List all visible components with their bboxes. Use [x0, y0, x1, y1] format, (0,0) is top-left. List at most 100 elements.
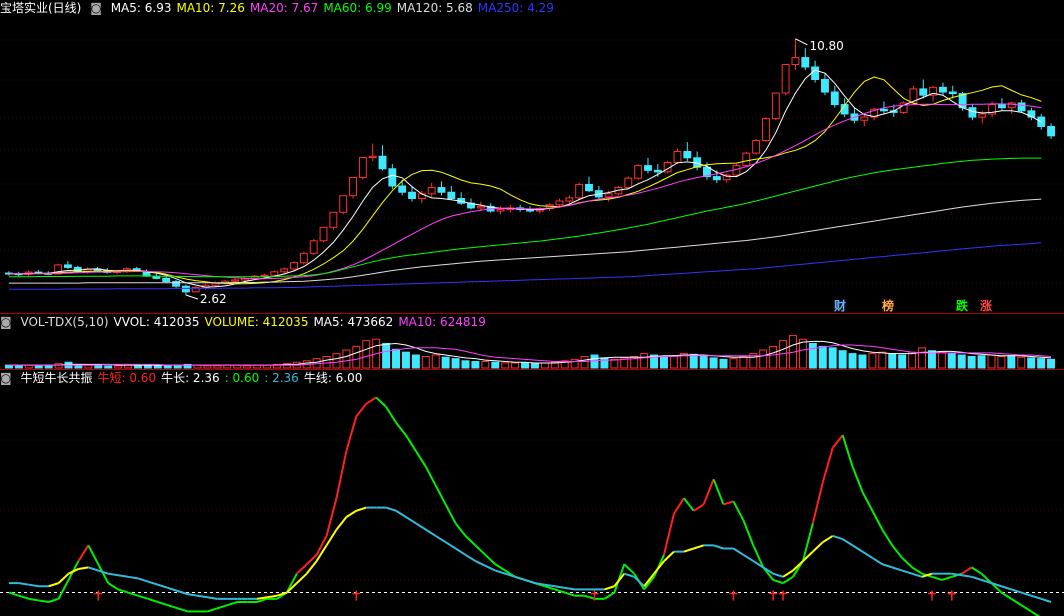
candlestick [762, 118, 770, 142]
long-term-line-segment [871, 557, 883, 566]
short-term-line-segment [971, 566, 983, 575]
volume-bar [898, 354, 907, 369]
short-term-line-segment [1030, 610, 1041, 616]
candlestick [162, 277, 171, 283]
event-marker-0[interactable]: 财 [834, 297, 846, 314]
long-term-line-segment [742, 553, 754, 562]
long-term-line-segment [117, 574, 129, 578]
candlestick [339, 195, 348, 213]
long-term-line-segment [385, 506, 397, 512]
long-term-line-segment [971, 575, 982, 581]
short-term-line-segment [107, 582, 119, 591]
candlestick [319, 226, 328, 242]
short-term-line-segment [1020, 604, 1032, 613]
volume-bar [44, 365, 53, 369]
short-term-line-segment [444, 503, 457, 524]
volume-bar [828, 347, 837, 369]
volume-panel[interactable]: ◙ VOL-TDX(5,10) VVOL: 412035 VOLUME: 41203… [0, 314, 1064, 369]
volume-bar [739, 355, 748, 369]
volume-chart[interactable] [0, 314, 1064, 369]
candlestick [830, 91, 839, 106]
volume-bar [997, 355, 1006, 369]
volume-bar [719, 358, 728, 369]
candlestick [555, 200, 564, 206]
volume-bar [1047, 358, 1056, 369]
short-term-line-segment [742, 519, 755, 546]
indicator-panel[interactable]: ◙ 牛短牛长共振 牛短: 0.60 牛长: 2.36: 0.60: 2.36 牛线: … [0, 370, 1064, 616]
volume-bar [362, 340, 371, 369]
long-term-line-segment [842, 538, 854, 547]
volume-bar [491, 361, 500, 369]
long-term-line-segment [822, 535, 834, 544]
candlestick [948, 91, 957, 95]
event-marker-2[interactable]: 跌 [956, 297, 968, 314]
long-term-line-segment [395, 509, 407, 518]
low-pointer [185, 294, 199, 300]
long-term-line-segment [494, 569, 506, 575]
volume-bar [967, 355, 976, 369]
volume-bar [203, 365, 212, 369]
short-term-line-segment [961, 566, 973, 575]
high-pointer [795, 38, 808, 46]
volume-bar [451, 358, 460, 369]
short-term-line-segment [375, 396, 387, 408]
volume-bar [818, 345, 827, 369]
candlestick [63, 264, 72, 268]
short-term-line-segment [405, 434, 417, 452]
candlestick [427, 187, 436, 195]
short-term-line-segment [702, 478, 715, 505]
candlestick [181, 285, 190, 293]
event-marker-1[interactable]: 榜 [882, 297, 894, 314]
indicator-chart[interactable] [0, 370, 1064, 616]
candlestick [673, 151, 682, 164]
candlestick [997, 104, 1006, 109]
short-term-line-segment [415, 450, 427, 468]
short-term-line-segment [345, 416, 358, 452]
volume-bar [640, 353, 649, 369]
candlestick [919, 88, 928, 96]
long-term-line-segment [157, 583, 169, 589]
volume-bar [570, 358, 579, 369]
short-term-line-segment [296, 563, 308, 575]
candlestick [476, 205, 485, 209]
volume-bar [34, 365, 43, 369]
volume-bar [411, 354, 420, 369]
candlestick [585, 183, 593, 192]
volume-bar [392, 348, 400, 369]
long-term-line-segment [683, 547, 695, 553]
candlestick [398, 185, 407, 193]
short-term-line-segment [1000, 591, 1012, 600]
short-term-line-segment [167, 604, 178, 610]
short-term-line-segment [683, 497, 695, 512]
candlestick [644, 165, 652, 171]
volume-bar [769, 345, 778, 369]
short-term-line-segment [117, 588, 129, 594]
candlestick [1017, 102, 1026, 112]
short-term-line-segment [1010, 598, 1022, 606]
candlestick [752, 140, 761, 154]
long-term-line-segment [891, 566, 903, 572]
price-panel[interactable]: 宝塔实业(日线) ◙ MA5: 6.93 MA10: 7.26 MA20: 7.67… [0, 0, 1064, 313]
candlestick [329, 211, 338, 228]
long-term-line-segment [137, 577, 149, 583]
short-term-line-segment [207, 607, 218, 613]
volume-bar [878, 351, 887, 369]
candlestick [968, 107, 977, 118]
candlestick [712, 176, 721, 181]
long-term-line-segment [108, 572, 119, 577]
volume-bar [501, 362, 510, 369]
price-chart[interactable]: 10.80 2.62 [0, 0, 1064, 313]
volume-bar [481, 361, 490, 369]
long-term-line-segment [335, 516, 348, 531]
candlestick [231, 279, 239, 282]
long-term-line-segment [197, 594, 208, 599]
short-term-line-segment [285, 573, 298, 594]
short-term-line-segment [931, 575, 943, 581]
volume-bar [937, 351, 946, 369]
candlestick [299, 252, 308, 264]
long-term-line-segment [564, 586, 575, 591]
candlestick [260, 274, 269, 277]
event-marker-3[interactable]: 涨 [980, 297, 992, 314]
candlestick [624, 177, 633, 189]
long-term-line-segment [474, 560, 486, 567]
